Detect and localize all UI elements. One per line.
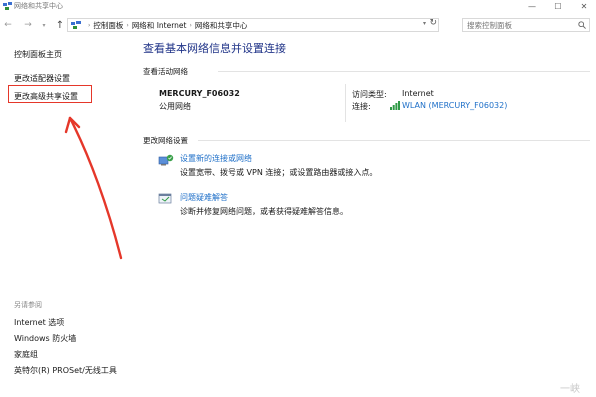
troubleshoot-icon bbox=[158, 193, 172, 204]
change-network-settings-heading: 更改网络设置 bbox=[143, 136, 188, 145]
sidebar-link-intel-proset[interactable]: 英特尔(R) PROSet/无线工具 bbox=[14, 365, 117, 376]
search-box[interactable] bbox=[462, 18, 590, 32]
troubleshoot-problems-description: 诊断并修复网络问题，或者获得疑难解答信息。 bbox=[180, 207, 348, 216]
search-icon[interactable] bbox=[578, 21, 586, 29]
sidebar-link-change-adapter-settings[interactable]: 更改适配器设置 bbox=[14, 73, 70, 84]
access-type-label: 访问类型: bbox=[352, 90, 387, 99]
arrow-up-icon[interactable]: ↑ bbox=[54, 16, 66, 34]
sidebar-link-homegroup[interactable]: 家庭组 bbox=[14, 349, 38, 360]
network-name: MERCURY_F06032 bbox=[159, 89, 240, 98]
network-center-icon bbox=[3, 2, 12, 10]
access-type-value: Internet bbox=[402, 89, 434, 98]
network-center-icon bbox=[71, 21, 81, 29]
section-divider bbox=[218, 71, 590, 72]
chevron-right-icon: › bbox=[189, 21, 192, 29]
vertical-divider bbox=[345, 84, 346, 122]
arrow-right-icon[interactable]: → bbox=[22, 16, 34, 34]
title-bar: 网络和共享中心 — ☐ ✕ bbox=[0, 0, 596, 14]
breadcrumb-control-panel[interactable]: 控制面板 bbox=[93, 20, 123, 31]
section-divider bbox=[198, 140, 590, 141]
connection-wlan-link[interactable]: WLAN (MERCURY_F06032) bbox=[402, 101, 507, 110]
chevron-right-icon: › bbox=[88, 21, 91, 29]
network-type-link[interactable]: 公用网络 bbox=[159, 101, 191, 112]
breadcrumb-network-sharing-center[interactable]: 网络和共享中心 bbox=[195, 20, 248, 31]
chevron-right-icon: › bbox=[126, 21, 129, 29]
troubleshoot-problems-link[interactable]: 问题疑难解答 bbox=[180, 192, 228, 203]
sidebar-link-control-panel-home[interactable]: 控制面板主页 bbox=[14, 49, 62, 60]
watermark-text: 一峡 bbox=[560, 384, 580, 395]
address-bar[interactable]: › 控制面板 › 网络和 Internet › 网络和共享中心 ▾ ↻ bbox=[67, 18, 439, 32]
see-also-heading: 另请参阅 bbox=[14, 301, 42, 309]
search-input[interactable] bbox=[463, 19, 573, 31]
minimize-button[interactable]: — bbox=[519, 0, 545, 12]
wifi-signal-icon bbox=[390, 101, 400, 110]
close-button[interactable]: ✕ bbox=[571, 0, 596, 12]
page-title: 查看基本网络信息并设置连接 bbox=[143, 42, 286, 55]
connection-label: 连接: bbox=[352, 102, 371, 111]
new-connection-icon bbox=[158, 154, 174, 166]
setup-new-connection-description: 设置宽带、拨号或 VPN 连接；或设置路由器或接入点。 bbox=[180, 168, 378, 177]
window-title: 网络和共享中心 bbox=[14, 2, 63, 10]
setup-new-connection-link[interactable]: 设置新的连接或网络 bbox=[180, 153, 252, 164]
annotation-arrow bbox=[64, 116, 123, 260]
annotation-highlight-box bbox=[8, 85, 92, 103]
sidebar-link-internet-options[interactable]: Internet 选项 bbox=[14, 317, 64, 328]
navigation-bar: ← → ▾ ↑ › 控制面板 › 网络和 Internet › 网络和共享中心 … bbox=[0, 16, 596, 34]
active-networks-heading: 查看活动网络 bbox=[143, 67, 188, 76]
chevron-down-icon[interactable]: ▾ bbox=[423, 20, 426, 27]
sidebar-link-windows-firewall[interactable]: Windows 防火墙 bbox=[14, 333, 76, 344]
refresh-icon[interactable]: ↻ bbox=[429, 18, 437, 28]
breadcrumb-network-internet[interactable]: 网络和 Internet bbox=[132, 20, 187, 31]
recent-locations-chevron-icon[interactable]: ▾ bbox=[40, 16, 48, 34]
arrow-left-icon[interactable]: ← bbox=[2, 16, 14, 34]
maximize-button[interactable]: ☐ bbox=[545, 0, 571, 12]
